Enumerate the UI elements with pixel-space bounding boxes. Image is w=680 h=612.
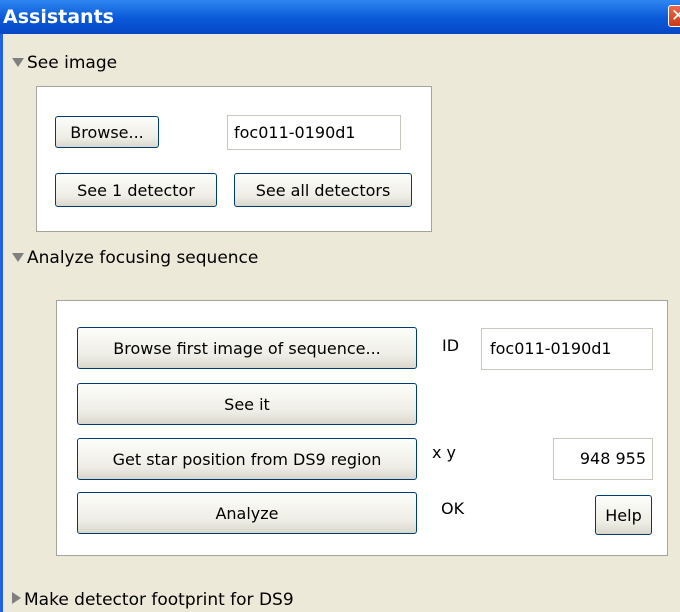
window-title: Assistants <box>3 6 114 28</box>
browse-button[interactable]: Browse... <box>55 116 159 148</box>
xy-label: x y <box>432 443 457 462</box>
triangle-right-icon <box>12 592 21 604</box>
see-image-panel: Browse... foc011-0190d1 See 1 detector S… <box>36 86 432 232</box>
analyze-header: Analyze focusing sequence <box>27 248 259 268</box>
see-it-button[interactable]: See it <box>77 383 417 425</box>
see-image-header: See image <box>27 53 118 73</box>
image-id-field[interactable]: foc011-0190d1 <box>227 115 401 150</box>
footprint-header: Make detector footprint for DS9 <box>24 590 294 610</box>
get-star-position-button[interactable]: Get star position from DS9 region <box>77 438 417 480</box>
close-button[interactable]: ✕ <box>668 5 680 27</box>
help-button[interactable]: Help <box>595 495 652 535</box>
analyze-toggle[interactable]: Analyze focusing sequence <box>12 247 258 269</box>
close-icon: ✕ <box>671 6 680 26</box>
see-image-toggle[interactable]: See image <box>12 52 117 74</box>
browse-first-image-button[interactable]: Browse first image of sequence... <box>77 327 417 369</box>
id-label: ID <box>442 336 460 355</box>
see-one-detector-button[interactable]: See 1 detector <box>55 173 217 207</box>
sequence-id-field[interactable]: foc011-0190d1 <box>481 328 653 370</box>
analyze-button[interactable]: Analyze <box>77 492 417 534</box>
analysis-status: OK <box>441 499 465 518</box>
analyze-panel: Browse first image of sequence... ID foc… <box>56 300 668 556</box>
see-all-detectors-button[interactable]: See all detectors <box>234 173 412 207</box>
window-left-edge <box>0 34 3 612</box>
footprint-toggle[interactable]: Make detector footprint for DS9 <box>12 589 294 611</box>
title-bar[interactable]: Assistants ✕ <box>0 0 680 34</box>
triangle-down-icon <box>12 58 24 67</box>
triangle-down-icon <box>12 253 24 262</box>
star-position-field[interactable]: 948 955 <box>553 438 653 480</box>
